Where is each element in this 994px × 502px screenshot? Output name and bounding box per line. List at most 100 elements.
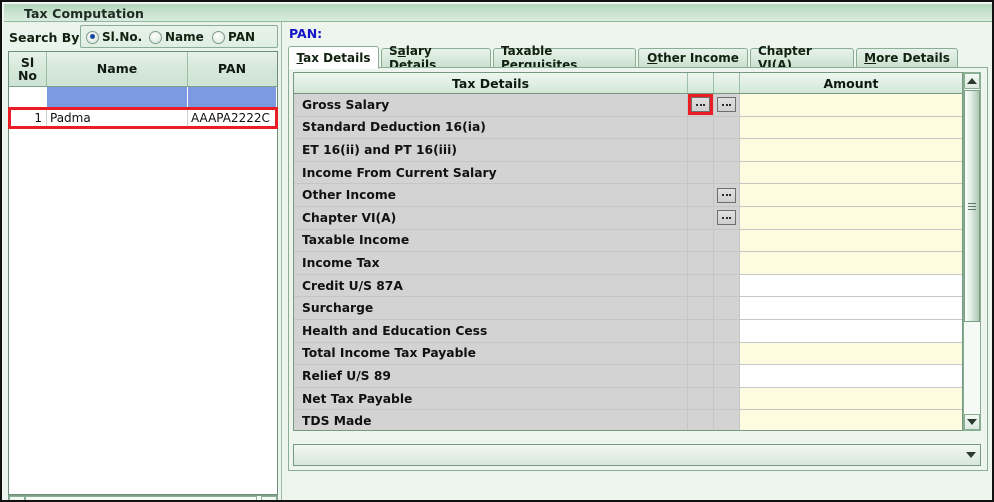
grid-amount-cell[interactable]: [740, 252, 962, 275]
list-column-name[interactable]: Name: [47, 52, 188, 86]
grid-horizontal-scrollbar[interactable]: [293, 444, 981, 466]
table-row[interactable]: 1 Padma AAAPA2222C: [9, 108, 277, 128]
grid-button-cell-2[interactable]: [714, 206, 740, 230]
grid-column-button-1[interactable]: [688, 73, 714, 93]
grid-button-cell-2[interactable]: [714, 274, 740, 298]
grid-button-cell-2[interactable]: [714, 342, 740, 366]
tab-taxable-perquisites[interactable]: Taxable Perquisites: [493, 44, 636, 72]
grid-amount-cell[interactable]: [740, 274, 962, 298]
scroll-track[interactable]: [25, 496, 261, 500]
scroll-up-button[interactable]: [964, 73, 980, 89]
filter-cell-slno[interactable]: [9, 87, 47, 107]
grid-amount-cell[interactable]: [740, 297, 962, 320]
grid-amount-cell[interactable]: [740, 139, 962, 162]
grid-amount-cell[interactable]: [740, 387, 962, 411]
grid-button-cell-1[interactable]: [688, 116, 714, 140]
grid-button-cell-2[interactable]: [714, 184, 740, 207]
tab-chapter-vi-a[interactable]: Chapter VI(A): [750, 44, 854, 72]
table-row[interactable]: Income Tax: [294, 252, 962, 275]
table-row[interactable]: Chapter VI(A): [294, 206, 962, 230]
scroll-thumb[interactable]: [25, 496, 257, 500]
grid-amount-cell[interactable]: [740, 116, 962, 140]
grid-button-cell-2[interactable]: [714, 387, 740, 411]
radio-pan[interactable]: PAN: [212, 29, 255, 45]
grid-button-cell-1[interactable]: [688, 184, 714, 207]
list-column-pan[interactable]: PAN: [188, 52, 276, 86]
grid-button-cell-1[interactable]: [688, 410, 714, 430]
list-horizontal-scrollbar[interactable]: [8, 495, 278, 500]
grid-button-cell-1[interactable]: [688, 94, 714, 117]
grid-button-cell-2[interactable]: [714, 161, 740, 185]
grid-button-cell-2[interactable]: [714, 319, 740, 343]
grid-button-cell-2[interactable]: [714, 116, 740, 140]
table-row[interactable]: ET 16(ii) and PT 16(iii): [294, 139, 962, 162]
grid-amount-cell[interactable]: [740, 342, 962, 366]
table-row[interactable]: Health and Education Cess: [294, 319, 962, 343]
list-column-slno[interactable]: Sl No: [9, 52, 47, 86]
scroll-down-button-2[interactable]: [962, 445, 980, 465]
grid-amount-cell[interactable]: [740, 319, 962, 343]
table-row[interactable]: TDS Made: [294, 410, 962, 430]
grid-button-cell-1[interactable]: [688, 161, 714, 185]
ellipsis-icon[interactable]: [717, 187, 736, 203]
grid-amount-cell[interactable]: [740, 229, 962, 253]
filter-cell-name[interactable]: [47, 87, 188, 107]
tab-more-details[interactable]: More Details: [856, 48, 958, 68]
table-row[interactable]: Other Income: [294, 184, 962, 207]
table-row[interactable]: Relief U/S 89: [294, 365, 962, 388]
grid-row-label: Standard Deduction 16(ia): [294, 116, 688, 140]
radio-name[interactable]: Name: [149, 29, 204, 45]
table-row[interactable]: Gross Salary: [294, 94, 962, 117]
grid-column-tax-details[interactable]: Tax Details: [294, 73, 688, 93]
grid-amount-cell[interactable]: [740, 365, 962, 388]
grid-button-cell-2[interactable]: [714, 139, 740, 162]
grid-button-cell-2[interactable]: [714, 365, 740, 388]
table-row[interactable]: Credit U/S 87A: [294, 274, 962, 298]
grid-row-label: Income From Current Salary: [294, 161, 688, 185]
grid-column-amount[interactable]: Amount: [740, 73, 962, 93]
grid-button-cell-2[interactable]: [714, 229, 740, 253]
grid-button-cell-1[interactable]: [688, 139, 714, 162]
table-row[interactable]: Net Tax Payable: [294, 387, 962, 411]
ellipsis-icon[interactable]: [717, 210, 736, 226]
ellipsis-icon[interactable]: [688, 94, 713, 116]
scroll-thumb[interactable]: [964, 90, 980, 322]
grid-amount-cell[interactable]: [740, 161, 962, 185]
employee-list-table[interactable]: Sl No Name PAN 1 Padma AAAPA2222C: [8, 51, 278, 495]
grid-button-cell-1[interactable]: [688, 342, 714, 366]
scroll-right-button[interactable]: [261, 496, 277, 500]
radio-slno[interactable]: Sl.No.: [86, 29, 142, 45]
table-row[interactable]: Taxable Income: [294, 229, 962, 253]
grid-button-cell-1[interactable]: [688, 365, 714, 388]
scroll-left-button[interactable]: [9, 496, 25, 500]
grid-button-cell-2[interactable]: [714, 410, 740, 430]
list-filter-row[interactable]: [9, 87, 277, 108]
grid-button-cell-1[interactable]: [688, 319, 714, 343]
table-row[interactable]: Income From Current Salary: [294, 161, 962, 185]
grid-vertical-scrollbar[interactable]: [963, 72, 981, 431]
grid-button-cell-1[interactable]: [688, 274, 714, 298]
table-row[interactable]: Standard Deduction 16(ia): [294, 116, 962, 140]
grid-button-cell-2[interactable]: [714, 252, 740, 275]
table-row[interactable]: Total Income Tax Payable: [294, 342, 962, 366]
tab-tax-details[interactable]: Tax Details: [288, 46, 379, 69]
grid-button-cell-2[interactable]: [714, 94, 740, 117]
grid-amount-cell[interactable]: [740, 410, 962, 430]
arrow-up-icon: [967, 78, 977, 84]
grid-button-cell-2[interactable]: [714, 297, 740, 320]
grid-amount-cell[interactable]: [740, 184, 962, 207]
grid-button-cell-1[interactable]: [688, 229, 714, 253]
grid-button-cell-1[interactable]: [688, 206, 714, 230]
grid-button-cell-1[interactable]: [688, 297, 714, 320]
scroll-down-button[interactable]: [964, 414, 980, 430]
filter-cell-pan[interactable]: [188, 87, 276, 107]
table-row[interactable]: Surcharge: [294, 297, 962, 320]
grid-column-button-2[interactable]: [714, 73, 740, 93]
ellipsis-icon[interactable]: [717, 97, 736, 113]
tab-salary-details[interactable]: Salary Details: [381, 44, 491, 72]
grid-amount-cell[interactable]: [740, 206, 962, 230]
tab-other-income[interactable]: Other Income: [638, 48, 748, 68]
grid-button-cell-1[interactable]: [688, 252, 714, 275]
grid-amount-cell[interactable]: [740, 94, 962, 117]
grid-button-cell-1[interactable]: [688, 387, 714, 411]
